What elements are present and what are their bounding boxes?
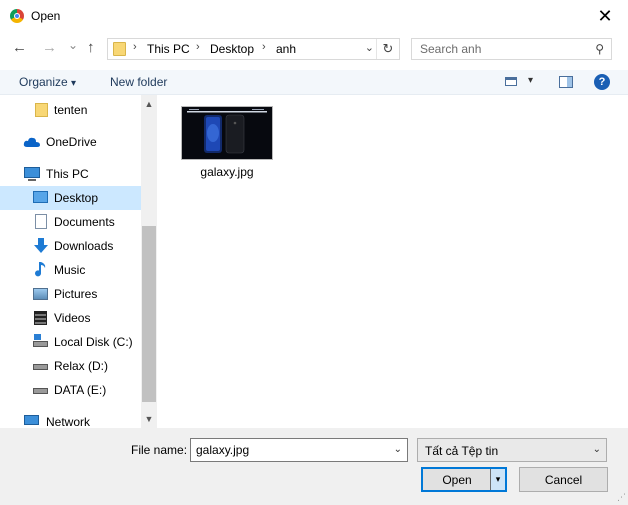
recent-locations-icon[interactable]: ⌄ (68, 38, 78, 52)
file-type-value: Tất cả Tệp tin (425, 444, 499, 458)
sidebar-item-label: Music (54, 263, 86, 277)
file-name-field-label: File name: (131, 443, 188, 457)
organize-button[interactable]: Organize ▾ (19, 75, 76, 89)
sidebar-item-data-e[interactable]: DATA (E:) (0, 378, 141, 402)
file-name-input[interactable] (191, 439, 386, 461)
address-bar[interactable]: › This PC › Desktop › anh ⌄ ↻ (107, 38, 400, 60)
drive-icon (33, 341, 48, 347)
computer-stand-icon (28, 179, 36, 181)
sidebar-item-label: tenten (54, 103, 88, 117)
folder-icon (35, 103, 48, 117)
resize-grip-icon[interactable]: ⋰ (617, 492, 626, 503)
sidebar-item-label: Local Disk (C:) (54, 335, 133, 349)
search-box[interactable]: ⚲ (411, 38, 612, 60)
breadcrumb-anh[interactable]: anh (276, 42, 296, 56)
sidebar-item-downloads[interactable]: Downloads (0, 234, 141, 258)
cancel-button[interactable]: Cancel (519, 467, 608, 492)
sidebar-item-label: Documents (54, 215, 115, 229)
help-icon[interactable]: ? (594, 74, 610, 90)
drive-icon (33, 364, 48, 370)
chrome-icon (10, 9, 24, 23)
computer-icon (24, 167, 40, 178)
chevron-down-icon[interactable]: ⌄ (365, 41, 374, 54)
cancel-button-label: Cancel (544, 473, 583, 487)
sidebar-item-relax-d[interactable]: Relax (D:) (0, 354, 141, 378)
pictures-icon (33, 288, 48, 300)
music-icon (35, 262, 46, 277)
desktop-icon (33, 191, 48, 203)
sidebar-item-tenten[interactable]: tenten (0, 98, 141, 122)
sidebar-item-label: Desktop (54, 191, 99, 205)
sidebar-item-label: This PC (46, 167, 89, 181)
back-arrow-icon[interactable]: ← (12, 39, 27, 56)
drive-icon (33, 388, 48, 394)
sidebar-item-pictures[interactable]: Pictures (0, 282, 141, 306)
new-folder-button[interactable]: New folder (110, 75, 167, 89)
close-button[interactable]: ✕ (582, 0, 628, 32)
sidebar-item-this-pc[interactable]: This PC (0, 162, 141, 186)
videos-icon (34, 311, 47, 325)
search-input[interactable] (412, 39, 595, 59)
image-thumbnail-icon[interactable] (181, 106, 273, 160)
window-title: Open (31, 9, 61, 23)
sidebar-item-videos[interactable]: Videos (0, 306, 141, 330)
sidebar-item-label: Network (46, 415, 91, 429)
folder-icon (113, 42, 126, 56)
chevron-down-icon[interactable]: ⌄ (593, 444, 601, 455)
sidebar-item-local-disk-c[interactable]: Local Disk (C:) (0, 330, 141, 354)
scroll-down-icon[interactable]: ▼ (141, 414, 157, 428)
open-button[interactable]: Open ▾ (421, 467, 507, 492)
network-icon (24, 415, 39, 425)
caret-down-icon: ▾ (71, 78, 77, 89)
breadcrumb-separator: › (133, 41, 137, 53)
sidebar-item-desktop[interactable]: Desktop (0, 186, 141, 210)
file-type-select[interactable]: Tất cả Tệp tin ⌄ (417, 438, 607, 462)
command-toolbar: Organize ▾ New folder ▾ ? (0, 70, 628, 95)
sidebar-item-label: Videos (54, 311, 91, 325)
caret-down-icon[interactable]: ▾ (528, 75, 533, 86)
sidebar-item-onedrive[interactable]: OneDrive (0, 130, 141, 154)
breadcrumb-separator: › (262, 41, 266, 53)
breadcrumb-this-pc[interactable]: This PC (147, 42, 190, 56)
open-options-caret-icon[interactable]: ▾ (490, 469, 505, 490)
cloud-icon (23, 137, 40, 147)
navigation-pane: tenten OneDrive This PC Desktop Document… (0, 95, 157, 429)
search-icon: ⚲ (595, 42, 604, 56)
sidebar-item-music[interactable]: Music (0, 258, 141, 282)
breadcrumb-separator: › (196, 41, 200, 53)
breadcrumb-desktop[interactable]: Desktop (210, 42, 254, 56)
documents-icon (35, 214, 47, 229)
file-name-label[interactable]: galaxy.jpg (181, 165, 273, 179)
sidebar-item-label: Relax (D:) (54, 359, 109, 373)
view-options-icon[interactable] (505, 77, 517, 86)
sidebar-item-label: Pictures (54, 287, 98, 301)
sidebar-item-label: OneDrive (46, 135, 97, 149)
sidebar-item-label: Downloads (54, 239, 114, 253)
download-icon (34, 238, 48, 253)
up-arrow-icon[interactable]: ↑ (87, 39, 95, 56)
organize-label: Organize (19, 75, 68, 89)
preview-pane-icon[interactable] (559, 76, 573, 88)
chevron-down-icon[interactable]: ⌄ (394, 444, 402, 455)
sidebar-item-label: DATA (E:) (54, 383, 107, 397)
sidebar-item-documents[interactable]: Documents (0, 210, 141, 234)
scroll-up-icon[interactable]: ▲ (141, 99, 157, 113)
galaxy-phone-image-icon (182, 107, 272, 159)
title-bar (0, 0, 628, 32)
open-button-label: Open (442, 473, 472, 487)
refresh-icon[interactable]: ↻ (376, 39, 399, 59)
forward-arrow-icon[interactable]: → (42, 39, 57, 56)
scrollbar-thumb[interactable] (142, 226, 156, 402)
windows-logo-icon (34, 334, 41, 340)
file-name-combobox[interactable]: ⌄ (190, 438, 408, 462)
